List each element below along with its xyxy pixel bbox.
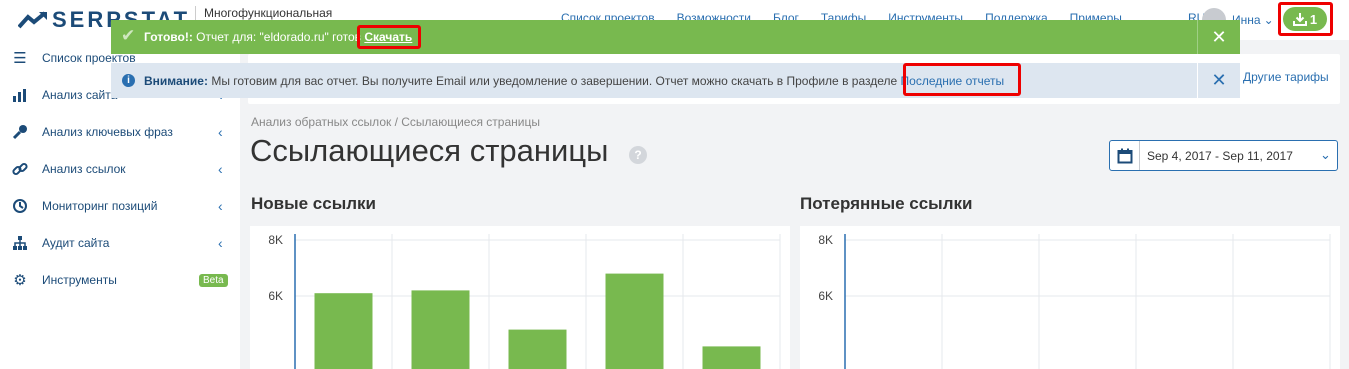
bar	[508, 329, 567, 369]
chevron-left-icon: ‹	[218, 124, 223, 140]
sidebar-item-label: Аудит сайта	[42, 236, 110, 250]
chevron-left-icon: ‹	[218, 198, 223, 214]
gear-icon: ⚙	[13, 272, 27, 289]
y-tick-label: 8K	[268, 233, 283, 247]
info-notification: i Внимание: Мы готовим для вас отчет. Вы…	[111, 63, 1240, 98]
sidebar-item-keywords[interactable]: Анализ ключевых фраз ‹	[0, 117, 240, 147]
new-links-chart-svg: 8K6K3K	[268, 233, 781, 369]
info-text: Мы готовим для вас отчет. Вы получите Em…	[207, 74, 901, 88]
bar	[411, 290, 470, 369]
new-links-chart: 8K6K3K	[250, 226, 790, 369]
sidebar-item-rank-tracking[interactable]: Мониторинг позиций ‹	[0, 191, 240, 221]
info-message: Внимание: Мы готовим для вас отчет. Вы п…	[144, 74, 1004, 88]
bar	[605, 273, 664, 369]
new-links-title: Новые ссылки	[251, 194, 376, 213]
sitemap-icon	[11, 234, 29, 252]
y-tick-label: 6K	[818, 289, 833, 303]
other-tariffs-link[interactable]: Другие тарифы	[1243, 70, 1329, 84]
link-icon	[11, 160, 29, 178]
page-title: Ссылающиеся страницы	[250, 133, 609, 168]
success-notification: ✔ Готово!: Отчет для: "eldorado.ru" гото…	[111, 20, 1240, 54]
chevron-left-icon: ‹	[218, 161, 223, 177]
close-icon[interactable]: ✕	[1197, 20, 1240, 54]
sidebar-item-label: Анализ ссылок	[42, 162, 126, 176]
bar	[314, 293, 373, 369]
calendar-icon	[1110, 141, 1140, 170]
highlight-frame	[903, 63, 1021, 96]
lost-links-chart-svg: 8K6K3K	[818, 233, 1331, 369]
history-icon	[11, 197, 29, 215]
logo-arrow-icon	[18, 11, 47, 29]
sidebar-item-links[interactable]: Анализ ссылок ‹	[0, 154, 240, 184]
menu-icon: ☰	[13, 50, 27, 67]
info-label: Внимание:	[144, 74, 208, 88]
bar	[702, 346, 761, 369]
key-icon	[11, 123, 29, 141]
sidebar-item-label: Анализ ключевых фраз	[42, 125, 173, 139]
close-icon[interactable]: ✕	[1197, 63, 1240, 98]
success-label: Готово!:	[144, 30, 193, 44]
info-icon: i	[122, 74, 135, 87]
y-tick-label: 6K	[268, 289, 283, 303]
y-tick-label: 8K	[818, 233, 833, 247]
chevron-down-icon: ⌄	[1263, 13, 1274, 27]
chevron-down-icon: ⌄	[1320, 147, 1331, 162]
date-range-value: Sep 4, 2017 - Sep 11, 2017	[1147, 149, 1293, 163]
beta-badge: Beta	[199, 273, 228, 287]
highlight-frame	[357, 25, 421, 49]
date-range-picker[interactable]: Sep 4, 2017 - Sep 11, 2017 ⌄	[1109, 140, 1338, 171]
check-icon: ✔	[121, 26, 136, 45]
help-icon[interactable]: ?	[629, 146, 647, 164]
site-analysis-icon	[11, 86, 29, 104]
sidebar-item-tools[interactable]: ⚙ Инструменты Beta	[0, 265, 240, 295]
highlight-frame	[1278, 2, 1333, 36]
breadcrumb: Анализ обратных ссылок / Ссылающиеся стр…	[251, 115, 540, 129]
tagline: Многофункциональная	[195, 6, 332, 20]
lost-links-title: Потерянные ссылки	[800, 194, 973, 213]
success-text: Отчет для: "eldorado.ru" готов	[192, 30, 365, 44]
sidebar-item-label: Инструменты	[42, 273, 117, 287]
lost-links-chart: 8K6K3K	[800, 226, 1340, 369]
sidebar-item-label: Мониторинг позиций	[42, 199, 158, 213]
sidebar-item-label: Анализ сайта	[42, 88, 118, 102]
chevron-left-icon: ‹	[218, 235, 223, 251]
sidebar-item-site-audit[interactable]: Аудит сайта ‹	[0, 228, 240, 258]
